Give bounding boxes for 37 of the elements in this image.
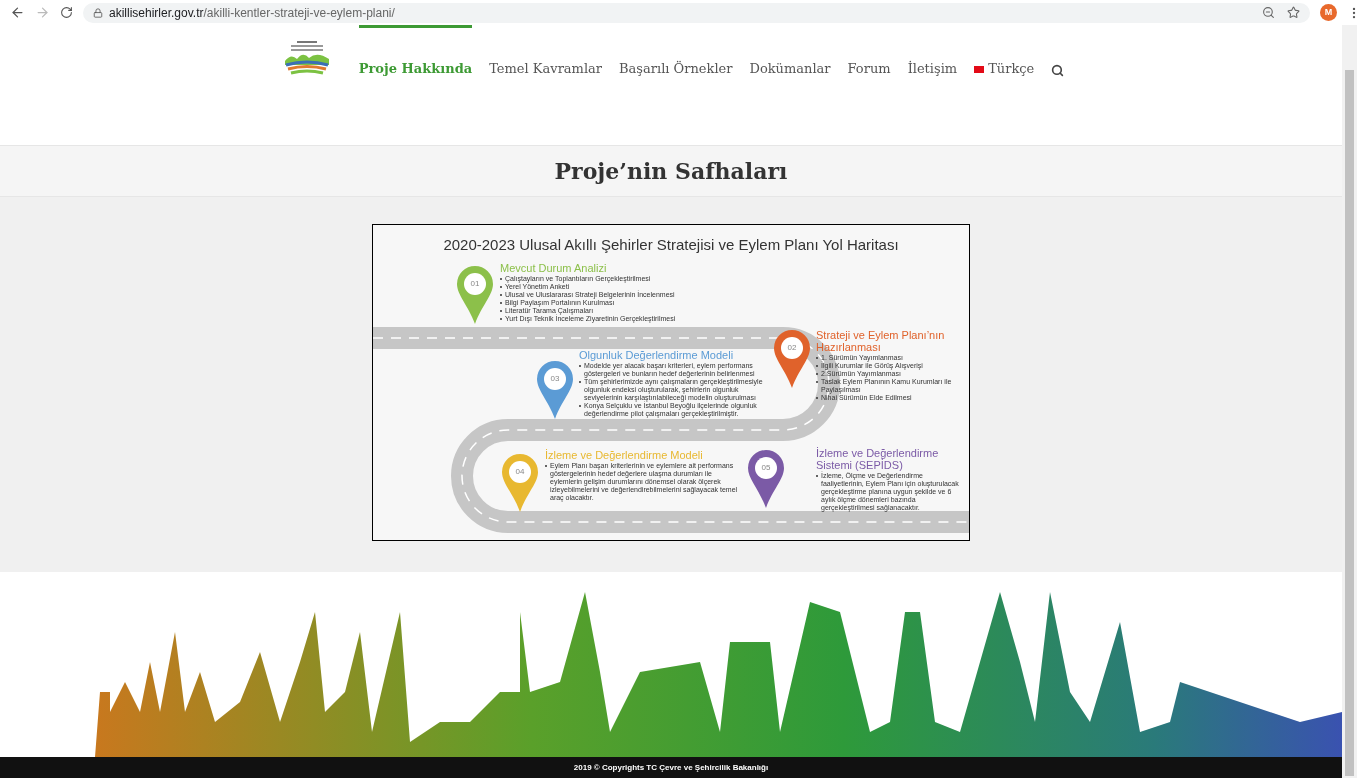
- map-pin-icon: [456, 265, 494, 325]
- infographic-title: 2020-2023 Ulusal Akıllı Şehirler Stratejisi ve Eylem Planı Yol Haritası: [442, 235, 900, 255]
- copyright-text: 2019 © Copyrights TC Çevre ve Şehircilik Bakanlığı: [573, 761, 769, 774]
- nav-link[interactable]: Başarılı Örnekler: [619, 39, 733, 83]
- stage-title: Olgunluk Değerlendirme Modeli: [579, 349, 735, 361]
- stage-number: 01: [469, 278, 481, 290]
- flag-icon: [974, 66, 985, 74]
- language-link[interactable]: Türkçe: [974, 39, 1035, 83]
- stage-title: Mevcut Durum Analizi: [500, 262, 608, 274]
- reload-icon[interactable]: [60, 6, 73, 19]
- map-pin-icon: [773, 329, 811, 389]
- lock-icon: [93, 7, 103, 18]
- stage-title: İzleme ve Değerlendirme Modeli: [545, 449, 704, 461]
- map-pin-icon: [501, 453, 539, 513]
- stage-number: 03: [549, 373, 561, 385]
- map-pin-icon: [747, 449, 785, 509]
- logo-drawing: [282, 39, 331, 77]
- stage-title: İzleme ve Değerlendirme Sistemi (SEPİDS): [816, 447, 940, 471]
- nav-link[interactable]: Proje Hakkında: [358, 39, 473, 83]
- nav-link[interactable]: Dokümanlar: [749, 39, 831, 83]
- url-text: akillisehirler.gov.tr/akilli-kentler-strateji-ve-eylem-plani/: [109, 4, 395, 22]
- stage-title: Strateji ve Eylem Planı’nın Hazırlanması: [816, 329, 946, 353]
- nav-link[interactable]: İletişim: [907, 39, 958, 83]
- stage-number: 02: [786, 342, 798, 354]
- map-pin-icon: [536, 360, 574, 420]
- bookmark-star-icon[interactable]: [1287, 6, 1300, 19]
- nav-link[interactable]: Forum: [847, 39, 891, 83]
- back-icon[interactable]: [10, 5, 25, 20]
- scrollbar-thumb[interactable]: [1345, 70, 1354, 776]
- nav-link[interactable]: Temel Kavramlar: [489, 39, 603, 83]
- stage-number: 04: [514, 466, 526, 478]
- zoom-icon[interactable]: [1262, 6, 1275, 19]
- scrollbar[interactable]: [1342, 25, 1357, 778]
- page-title: Proje’nin Safhaları: [554, 156, 788, 186]
- address-bar[interactable]: akillisehirler.gov.tr/akilli-kentler-strateji-ve-eylem-plani/: [83, 2, 1310, 23]
- search-icon[interactable]: [1051, 64, 1065, 78]
- stage-number: 05: [760, 462, 772, 474]
